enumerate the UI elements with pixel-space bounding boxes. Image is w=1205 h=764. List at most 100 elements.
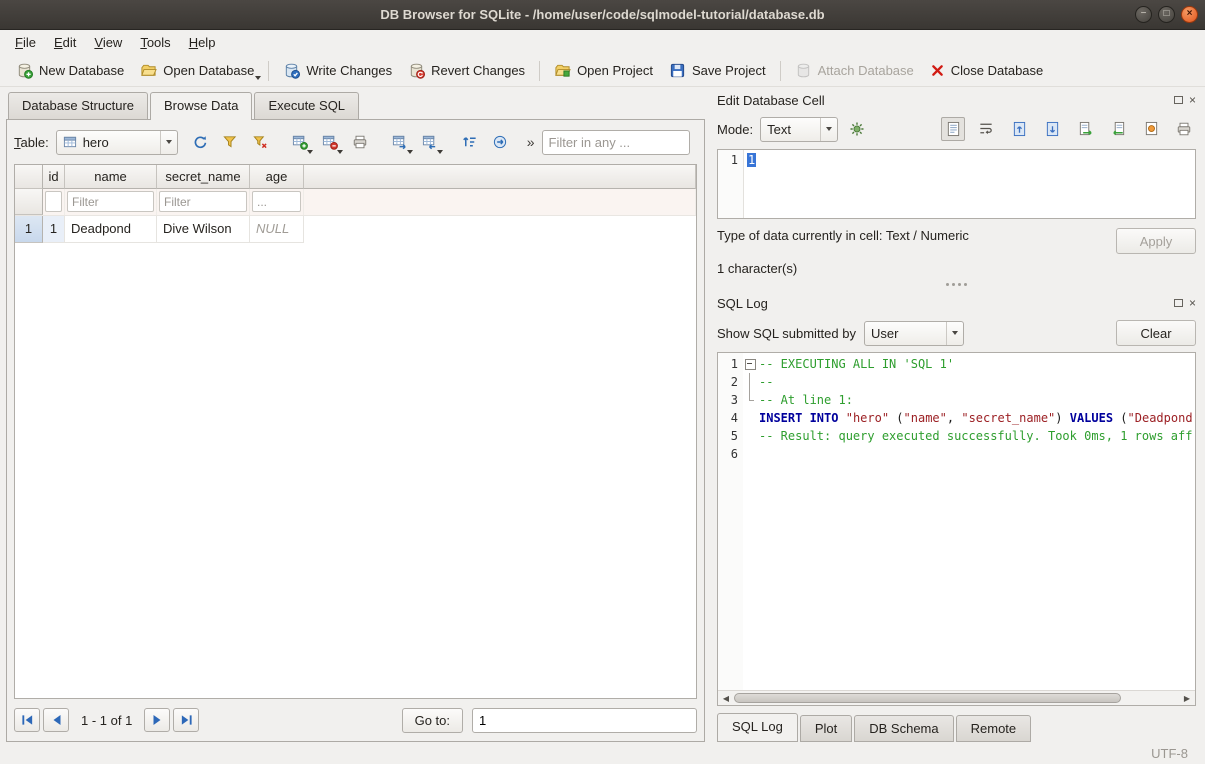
goto-button[interactable]: Go to: <box>402 708 463 733</box>
print-icon <box>352 134 368 150</box>
log-line: -- EXECUTING ALL IN 'SQL 1' <box>759 355 1195 373</box>
scroll-left-icon[interactable]: ◀ <box>718 694 734 703</box>
row-filler <box>304 216 696 243</box>
filter-row-header <box>15 189 43 215</box>
menu-help[interactable]: Help <box>180 32 225 53</box>
last-record-button[interactable] <box>173 708 199 732</box>
log-fold-column[interactable] <box>743 353 757 690</box>
next-record-button[interactable] <box>144 708 170 732</box>
import-table-button[interactable] <box>417 129 444 156</box>
goto-input[interactable] <box>472 708 697 733</box>
submitter-combobox[interactable]: User <box>864 321 964 346</box>
open-database-icon <box>140 62 157 79</box>
filter-input-id[interactable] <box>45 191 62 212</box>
print-cell-button[interactable] <box>1172 117 1196 141</box>
dock-tab-sql-log[interactable]: SQL Log <box>717 713 798 742</box>
menu-view[interactable]: View <box>85 32 131 53</box>
cell-editor-gutter: 1 <box>718 150 744 218</box>
goto-cell-button[interactable] <box>487 129 514 156</box>
log-line: -- Result: query executed successfully. … <box>759 427 1195 445</box>
previous-record-button[interactable] <box>43 708 69 732</box>
apply-button[interactable]: Apply <box>1116 228 1196 254</box>
clear-log-button[interactable]: Clear <box>1116 320 1196 346</box>
save-project-button[interactable]: Save Project <box>661 58 774 83</box>
table-combobox[interactable]: hero <box>56 130 178 155</box>
cell-type-text: Type of data currently in cell: Text / N… <box>717 228 969 243</box>
open-project-button[interactable]: Open Project <box>546 58 661 83</box>
insert-record-icon <box>292 134 308 150</box>
tab-browse-data[interactable]: Browse Data <box>150 92 252 120</box>
grid-corner[interactable] <box>15 165 43 189</box>
revert-changes-button[interactable]: Revert Changes <box>400 58 533 83</box>
log-code[interactable]: -- EXECUTING ALL IN 'SQL 1'---- At line … <box>757 353 1195 690</box>
scrollbar-thumb[interactable] <box>734 693 1121 703</box>
mode-combobox[interactable]: Text <box>760 117 838 142</box>
cell-name[interactable]: Deadpond <box>65 216 157 243</box>
filter-input-name[interactable] <box>67 191 154 212</box>
close-database-button[interactable]: Close Database <box>922 59 1052 82</box>
auto-switch-mode-button[interactable] <box>845 117 869 141</box>
column-header-id[interactable]: id <box>43 165 65 189</box>
menu-tools[interactable]: Tools <box>131 32 179 53</box>
column-header-name[interactable]: name <box>65 165 157 189</box>
column-header-age[interactable]: age <box>250 165 304 189</box>
export-table-icon <box>392 134 408 150</box>
close-dock-icon[interactable]: × <box>1189 298 1196 308</box>
import-cell-button[interactable] <box>1073 117 1097 141</box>
export-cell-button[interactable] <box>1106 117 1130 141</box>
toolbar-separator <box>539 61 540 81</box>
sql-log-dock-title: SQL Log × <box>717 292 1196 314</box>
menu-edit[interactable]: Edit <box>45 32 85 53</box>
column-header-secret-name[interactable]: secret_name <box>157 165 250 189</box>
write-changes-button[interactable]: Write Changes <box>275 58 400 83</box>
new-database-icon <box>16 62 33 79</box>
refresh-button[interactable] <box>187 129 214 156</box>
close-dock-icon[interactable]: × <box>1189 95 1196 105</box>
filter-any-input[interactable] <box>542 130 690 155</box>
cell-secret-name[interactable]: Dive Wilson <box>157 216 250 243</box>
encoding-indicator[interactable]: UTF-8 <box>1151 746 1188 761</box>
sql-log-view[interactable]: 123456 -- EXECUTING ALL IN 'SQL 1'---- A… <box>717 352 1196 706</box>
close-button[interactable]: × <box>1181 6 1198 23</box>
new-database-button[interactable]: New Database <box>8 58 132 83</box>
first-record-button[interactable] <box>14 708 40 732</box>
cell-editor-content[interactable]: 1 <box>744 150 756 218</box>
scroll-right-icon[interactable]: ▶ <box>1179 694 1195 703</box>
window-titlebar[interactable]: DB Browser for SQLite - /home/user/code/… <box>0 0 1205 30</box>
log-horizontal-scrollbar[interactable]: ◀ ▶ <box>718 690 1195 705</box>
filter-input-age[interactable] <box>252 191 301 212</box>
open-database-dropdown-caret[interactable] <box>255 76 261 80</box>
grid-empty-area[interactable] <box>15 243 696 698</box>
tab-database-structure[interactable]: Database Structure <box>8 92 148 119</box>
sql-log-title: SQL Log <box>717 296 768 311</box>
open-database-button[interactable]: Open Database <box>132 58 262 83</box>
sort-asc-button[interactable] <box>457 129 484 156</box>
word-wrap-button[interactable] <box>974 117 998 141</box>
delete-record-button[interactable] <box>317 129 344 156</box>
cell-editor[interactable]: 1 1 <box>717 149 1196 219</box>
menu-file[interactable]: File <box>6 32 45 53</box>
dock-tab-db-schema[interactable]: DB Schema <box>854 715 953 742</box>
row-header[interactable]: 1 <box>15 216 43 243</box>
save-filter-button[interactable] <box>247 129 274 156</box>
dock-splitter[interactable] <box>717 276 1196 292</box>
export-table-button[interactable] <box>387 129 414 156</box>
float-dock-icon[interactable] <box>1174 299 1183 307</box>
cell-id[interactable]: 1 <box>43 216 65 243</box>
text-mode-button[interactable] <box>941 117 965 141</box>
maximize-button[interactable]: □ <box>1158 6 1175 23</box>
set-null-button[interactable] <box>1139 117 1163 141</box>
toolbar-overflow-chevron[interactable]: » <box>523 134 539 150</box>
cell-age[interactable]: NULL <box>250 216 304 243</box>
dock-tab-remote[interactable]: Remote <box>956 715 1032 742</box>
clear-filters-button[interactable] <box>217 129 244 156</box>
open-file-button[interactable] <box>1007 117 1031 141</box>
float-dock-icon[interactable] <box>1174 96 1183 104</box>
save-file-button[interactable] <box>1040 117 1064 141</box>
minimize-button[interactable]: − <box>1135 6 1152 23</box>
dock-tab-plot[interactable]: Plot <box>800 715 852 742</box>
tab-execute-sql[interactable]: Execute SQL <box>254 92 359 119</box>
insert-record-button[interactable] <box>287 129 314 156</box>
filter-input-secret-name[interactable] <box>159 191 247 212</box>
print-button[interactable] <box>347 129 374 156</box>
